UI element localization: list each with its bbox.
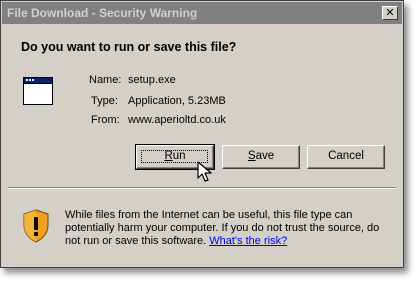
application-window-icon	[23, 77, 53, 105]
prompt-question: Do you want to run or save this file?	[21, 40, 237, 54]
type-label: Type:	[91, 95, 118, 107]
cancel-label: Cancel	[328, 150, 364, 162]
file-type-value: Application, 5.23MB	[128, 95, 226, 107]
mouse-pointer-icon	[197, 161, 212, 182]
save-accelerator: S	[247, 150, 256, 162]
cancel-button[interactable]: Cancel	[307, 145, 385, 169]
from-label: From:	[91, 114, 120, 126]
separator	[8, 187, 396, 189]
close-button[interactable]: ✕	[382, 6, 398, 20]
window-title: File Download - Security Warning	[7, 6, 198, 20]
security-shield-icon	[23, 209, 49, 243]
title-bar[interactable]: File Download - Security Warning ✕	[2, 2, 402, 24]
file-name-value: setup.exe	[128, 74, 176, 86]
name-label: Name:	[89, 74, 122, 86]
file-download-dialog: File Download - Security Warning ✕ Do yo…	[0, 0, 404, 268]
close-icon: ✕	[385, 7, 395, 19]
save-label-rest: ave	[255, 150, 275, 162]
file-source-value: www.aperioltd.co.uk	[128, 114, 226, 126]
risk-link[interactable]: What's the risk?	[209, 235, 287, 247]
save-button[interactable]: Save	[222, 145, 300, 169]
warning-message: While files from the Internet can be use…	[65, 209, 395, 248]
